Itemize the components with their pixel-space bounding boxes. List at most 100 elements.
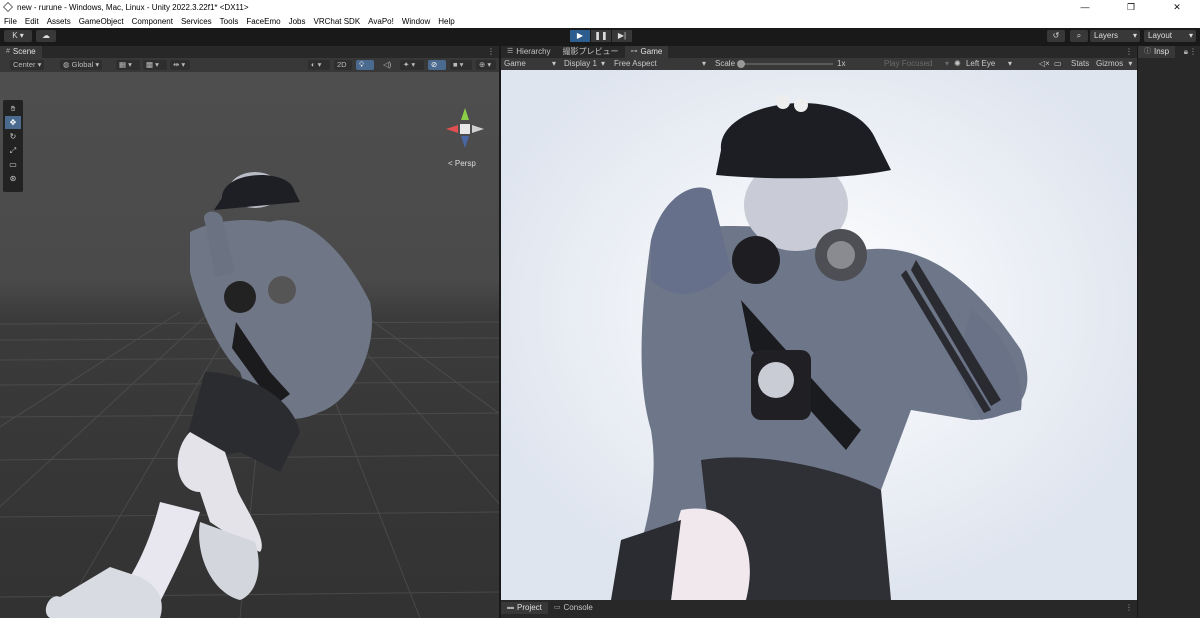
play-button[interactable]: ▶	[570, 30, 590, 42]
main-toolbar: K ▾ ☁ ▶ ❚❚ ▶| ↺ ⌕ Layers ▾ Layout ▾	[0, 28, 1200, 44]
account-button[interactable]: K ▾	[4, 30, 32, 42]
account-label: K ▾	[12, 31, 24, 40]
move-tool[interactable]: ✥	[5, 116, 21, 129]
layers-label: Layers	[1094, 31, 1119, 40]
display-dropdown[interactable]: Display 1 ▾	[564, 58, 605, 70]
chevron-down-icon: ▾	[1188, 31, 1193, 40]
scale-slider-handle[interactable]	[737, 60, 745, 68]
tab-capture-preview[interactable]: 撮影プレビュー	[556, 46, 625, 58]
menu-tools[interactable]: Tools	[220, 17, 239, 26]
gizmos-dropdown[interactable]: ⊕ ▾	[476, 60, 496, 70]
scene-viewport[interactable]: ✋︎ ✥ ↻ ⤢ ▭ ⊛ < Persp	[0, 72, 499, 618]
gizmo-z-axis[interactable]	[461, 136, 469, 148]
lock-icon[interactable]: 🔒︎	[1184, 47, 1188, 57]
tab-scene[interactable]: # Scene	[0, 46, 42, 58]
camera-dropdown[interactable]: ■ ▾	[450, 60, 472, 70]
game-toolbar: Game ▾ Display 1 ▾ Free Aspect ▾ Scale 1…	[501, 58, 1137, 70]
hand-tool[interactable]: ✋︎	[5, 102, 21, 115]
menu-edit[interactable]: Edit	[25, 17, 39, 26]
rect-tool[interactable]: ▭	[5, 158, 21, 171]
game-viewport[interactable]	[501, 70, 1137, 600]
layout-dropdown[interactable]: Layout ▾	[1144, 30, 1196, 42]
layers-dropdown[interactable]: Layers ▾	[1090, 30, 1140, 42]
eye-off-icon: ⊘	[431, 60, 438, 69]
minimize-button[interactable]: —	[1062, 0, 1108, 14]
bottom-panel: ▬ Project ▭ Console ⋮	[501, 600, 1137, 618]
console-icon: ▭	[553, 604, 561, 611]
menu-services[interactable]: Services	[181, 17, 212, 26]
tab-inspector[interactable]: ⓘ Insp	[1138, 46, 1176, 58]
maximize-button[interactable]: ❐	[1108, 0, 1154, 14]
hierarchy-icon: ☰	[507, 48, 514, 55]
chevron-down-icon: ▾	[1128, 59, 1133, 68]
scale-tool[interactable]: ⤢	[5, 144, 21, 157]
scene-grid-and-model	[0, 172, 499, 618]
play-focused-dropdown[interactable]: Play Focused ▾	[884, 58, 949, 70]
transform-icon: ⊛	[9, 174, 17, 183]
tab-hierarchy[interactable]: ☰ Hierarchy	[501, 46, 557, 58]
scene-icon: #	[6, 48, 10, 55]
chevron-down-icon: ▾	[945, 59, 950, 68]
gizmo-y-axis[interactable]	[461, 108, 469, 120]
orientation-gizmo[interactable]	[442, 104, 492, 154]
menu-faceemo[interactable]: FaceEmo	[246, 17, 280, 26]
game-mode-dropdown[interactable]: Game ▾	[504, 58, 556, 70]
audio-toggle[interactable]: ◁)	[380, 60, 396, 70]
space-dropdown[interactable]: ◍ Global ▾	[60, 60, 103, 70]
menu-component[interactable]: Component	[132, 17, 173, 26]
lighting-toggle[interactable]: 💡︎	[356, 60, 374, 70]
align-button[interactable]: ⇹ ▾	[170, 60, 190, 70]
menu-gameobject[interactable]: GameObject	[79, 17, 124, 26]
title-bar: new - rurune - Windows, Mac, Linux - Uni…	[0, 0, 1200, 14]
aspect-dropdown[interactable]: Free Aspect ▾	[614, 58, 706, 70]
grid-snap-button[interactable]: ▦ ▾	[116, 60, 140, 70]
more-options-icon[interactable]: ⋮	[1189, 47, 1197, 56]
close-button[interactable]: ✕	[1154, 0, 1200, 14]
tab-project[interactable]: ▬ Project	[501, 602, 548, 614]
tab-console[interactable]: ▭ Console	[547, 602, 599, 614]
tab-project-label: Project	[517, 603, 542, 612]
gizmo-center-cube[interactable]	[460, 124, 470, 134]
menu-avapo[interactable]: AvaPo!	[368, 17, 394, 26]
rotate-tool[interactable]: ↻	[5, 130, 21, 143]
more-options-icon[interactable]: ⋮	[487, 47, 495, 56]
history-button[interactable]: ↺	[1047, 30, 1065, 42]
play-icon: ▶	[576, 31, 584, 40]
menu-file[interactable]: File	[4, 17, 17, 26]
scale-slider[interactable]	[737, 60, 833, 68]
gamepad-toggle[interactable]: ▭	[1054, 58, 1062, 70]
more-options-icon[interactable]: ⋮	[1125, 603, 1133, 612]
pause-button[interactable]: ❚❚	[591, 30, 611, 42]
vr-eye-dropdown[interactable]: ✺ Left Eye ▾	[954, 58, 1012, 70]
2d-toggle[interactable]: 2D	[334, 60, 352, 70]
scene-tools-overlay: ✋︎ ✥ ↻ ⤢ ▭ ⊛	[3, 100, 23, 192]
menu-vrchat-sdk[interactable]: VRChat SDK	[313, 17, 360, 26]
menu-window[interactable]: Window	[402, 17, 430, 26]
search-button[interactable]: ⌕	[1070, 30, 1088, 42]
increment-snap-button[interactable]: ▩ ▾	[143, 60, 167, 70]
gizmo-neg-x-axis[interactable]	[472, 125, 484, 133]
transform-tool[interactable]: ⊛	[5, 172, 21, 185]
gizmo-x-axis[interactable]	[446, 125, 458, 133]
gizmos-button[interactable]: Gizmos ▾	[1096, 58, 1132, 70]
draw-mode-button[interactable]: ◐ ▾	[308, 60, 330, 70]
cloud-button[interactable]: ☁	[36, 30, 56, 42]
bottom-tabbar: ▬ Project ▭ Console ⋮	[501, 602, 1137, 614]
menu-jobs[interactable]: Jobs	[289, 17, 306, 26]
rotate-icon: ↻	[9, 132, 17, 141]
stats-button[interactable]: Stats	[1071, 58, 1089, 70]
persp-label[interactable]: < Persp	[448, 159, 476, 168]
mute-audio-button[interactable]: ◁×	[1039, 58, 1050, 70]
tab-capture-preview-label: 撮影プレビュー	[562, 47, 619, 56]
tab-game[interactable]: ⊶ Game	[624, 46, 669, 58]
step-icon: ▶|	[617, 31, 627, 40]
menu-bar: File Edit Assets GameObject Component Se…	[0, 14, 1200, 28]
effects-dropdown[interactable]: ✦ ▾	[400, 60, 424, 70]
menu-help[interactable]: Help	[438, 17, 454, 26]
step-button[interactable]: ▶|	[612, 30, 632, 42]
more-options-icon[interactable]: ⋮	[1125, 47, 1133, 56]
pivot-dropdown[interactable]: Center ▾	[10, 60, 45, 70]
hidden-objects-toggle[interactable]: ⊘	[428, 60, 446, 70]
scene-panel: # Scene ⋮ Center ▾ ◍ Global ▾ ▦ ▾ ▩ ▾ ⇹ …	[0, 46, 499, 618]
menu-assets[interactable]: Assets	[47, 17, 71, 26]
